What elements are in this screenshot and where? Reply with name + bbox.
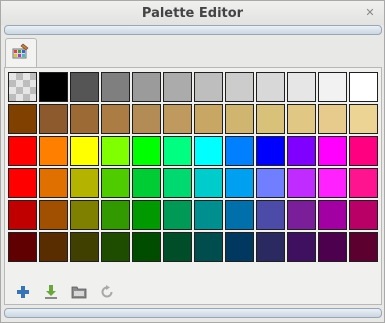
color-swatch[interactable] xyxy=(132,72,161,102)
color-swatch[interactable] xyxy=(318,72,347,102)
plus-icon xyxy=(17,286,29,298)
color-swatch[interactable] xyxy=(70,104,99,134)
color-swatch[interactable] xyxy=(194,104,223,134)
window-title: Palette Editor xyxy=(141,6,244,21)
color-swatch[interactable] xyxy=(163,168,192,198)
color-swatch[interactable] xyxy=(318,232,347,262)
color-swatch[interactable] xyxy=(132,136,161,166)
color-swatch[interactable] xyxy=(225,104,254,134)
color-swatch[interactable] xyxy=(132,104,161,134)
palette-editor-window: Palette Editor ✕ xyxy=(0,0,385,323)
color-swatch[interactable] xyxy=(256,72,285,102)
color-swatch[interactable] xyxy=(256,232,285,262)
color-swatch[interactable] xyxy=(132,232,161,262)
color-swatch[interactable] xyxy=(318,200,347,230)
folder-icon xyxy=(71,286,87,299)
color-swatch[interactable] xyxy=(318,168,347,198)
color-swatch[interactable] xyxy=(256,168,285,198)
color-swatch[interactable] xyxy=(70,200,99,230)
color-swatch[interactable] xyxy=(70,168,99,198)
palette-toolbar xyxy=(13,282,117,302)
color-swatch[interactable] xyxy=(194,136,223,166)
color-swatch[interactable] xyxy=(287,136,316,166)
tab-palette[interactable] xyxy=(5,38,37,68)
color-swatch[interactable] xyxy=(8,136,37,166)
refresh-icon xyxy=(101,285,113,298)
color-swatch[interactable] xyxy=(39,72,68,102)
close-button[interactable]: ✕ xyxy=(362,4,378,20)
color-swatch[interactable] xyxy=(349,200,378,230)
color-swatch[interactable] xyxy=(349,104,378,134)
color-swatch[interactable] xyxy=(225,232,254,262)
color-swatch[interactable] xyxy=(287,200,316,230)
color-swatch[interactable] xyxy=(349,136,378,166)
color-swatch[interactable] xyxy=(287,72,316,102)
add-color-button[interactable] xyxy=(13,282,33,302)
color-swatch[interactable] xyxy=(225,200,254,230)
color-swatch[interactable] xyxy=(287,168,316,198)
top-progress-bar xyxy=(4,25,382,35)
color-swatch[interactable] xyxy=(318,136,347,166)
color-swatch[interactable] xyxy=(101,200,130,230)
color-swatch[interactable] xyxy=(101,168,130,198)
color-swatch[interactable] xyxy=(318,104,347,134)
color-swatch-transparent[interactable] xyxy=(8,72,37,102)
color-swatch[interactable] xyxy=(349,72,378,102)
color-swatch[interactable] xyxy=(39,104,68,134)
open-folder-button[interactable] xyxy=(69,282,89,302)
color-swatch[interactable] xyxy=(8,168,37,198)
color-swatch[interactable] xyxy=(225,72,254,102)
color-swatch[interactable] xyxy=(287,232,316,262)
color-swatch[interactable] xyxy=(225,168,254,198)
color-swatch[interactable] xyxy=(194,72,223,102)
color-swatch[interactable] xyxy=(70,72,99,102)
titlebar[interactable]: Palette Editor ✕ xyxy=(1,1,384,25)
color-swatch[interactable] xyxy=(194,200,223,230)
color-swatch[interactable] xyxy=(349,232,378,262)
import-button[interactable] xyxy=(41,282,61,302)
color-swatch[interactable] xyxy=(8,104,37,134)
reset-button[interactable] xyxy=(97,282,117,302)
color-swatch[interactable] xyxy=(8,200,37,230)
color-swatch[interactable] xyxy=(132,168,161,198)
color-swatch[interactable] xyxy=(8,232,37,262)
color-swatch[interactable] xyxy=(163,232,192,262)
color-swatch[interactable] xyxy=(256,104,285,134)
color-swatch[interactable] xyxy=(70,136,99,166)
bottom-progress-bar xyxy=(4,308,382,318)
color-swatch[interactable] xyxy=(39,200,68,230)
close-icon: ✕ xyxy=(365,5,375,19)
color-swatch[interactable] xyxy=(101,232,130,262)
color-swatch[interactable] xyxy=(225,136,254,166)
color-swatch[interactable] xyxy=(349,168,378,198)
color-swatch[interactable] xyxy=(39,168,68,198)
download-icon xyxy=(45,285,57,299)
color-swatch[interactable] xyxy=(163,136,192,166)
color-swatch[interactable] xyxy=(70,232,99,262)
color-swatch[interactable] xyxy=(101,104,130,134)
color-swatch[interactable] xyxy=(287,104,316,134)
color-swatch[interactable] xyxy=(194,232,223,262)
color-swatch[interactable] xyxy=(101,72,130,102)
color-swatch[interactable] xyxy=(163,104,192,134)
color-swatch[interactable] xyxy=(101,136,130,166)
palette-icon xyxy=(12,43,29,59)
color-swatch[interactable] xyxy=(163,72,192,102)
color-swatch[interactable] xyxy=(132,200,161,230)
color-swatch[interactable] xyxy=(39,136,68,166)
color-swatch[interactable] xyxy=(194,168,223,198)
palette-panel xyxy=(4,67,382,305)
color-grid xyxy=(8,72,378,262)
color-swatch[interactable] xyxy=(256,136,285,166)
color-swatch[interactable] xyxy=(39,232,68,262)
color-swatch[interactable] xyxy=(163,200,192,230)
color-swatch[interactable] xyxy=(256,200,285,230)
